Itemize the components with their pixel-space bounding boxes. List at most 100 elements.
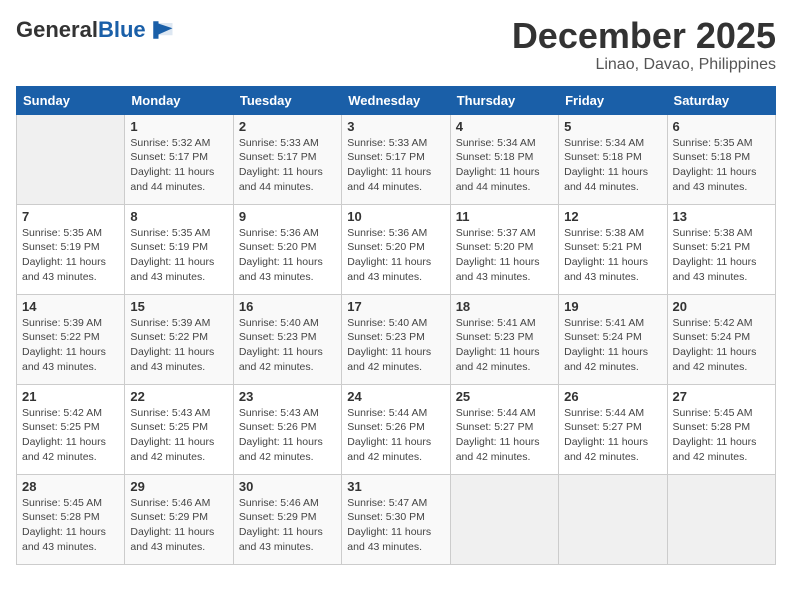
day-number: 27: [673, 389, 770, 404]
day-info: Sunrise: 5:35 AM Sunset: 5:19 PM Dayligh…: [130, 226, 227, 285]
day-info: Sunrise: 5:33 AM Sunset: 5:17 PM Dayligh…: [239, 136, 336, 195]
calendar-cell: 11 Sunrise: 5:37 AM Sunset: 5:20 PM Dayli…: [450, 204, 558, 294]
day-number: 7: [22, 209, 119, 224]
day-number: 9: [239, 209, 336, 224]
day-number: 14: [22, 299, 119, 314]
calendar-cell: [667, 474, 775, 564]
day-number: 25: [456, 389, 553, 404]
calendar-cell: 19Sunrise: 5:41 AM Sunset: 5:24 PM Dayli…: [559, 294, 667, 384]
day-number: 8: [130, 209, 227, 224]
day-info: Sunrise: 5:43 AM Sunset: 5:25 PM Dayligh…: [130, 406, 227, 465]
location: Linao, Davao, Philippines: [512, 56, 776, 74]
day-number: 28: [22, 479, 119, 494]
day-info: Sunrise: 5:45 AM Sunset: 5:28 PM Dayligh…: [22, 496, 119, 555]
weekday-header: Thursday: [450, 86, 558, 114]
calendar-cell: 13 Sunrise: 5:38 AM Sunset: 5:21 PM Dayli…: [667, 204, 775, 294]
calendar-week-row: 7 Sunrise: 5:35 AM Sunset: 5:19 PM Daylig…: [17, 204, 776, 294]
day-number: 29: [130, 479, 227, 494]
day-number: 23: [239, 389, 336, 404]
day-number: 31: [347, 479, 444, 494]
page-header: GeneralBlue December 2025 Linao, Davao, …: [16, 16, 776, 74]
weekday-header: Tuesday: [233, 86, 341, 114]
day-number: 20: [673, 299, 770, 314]
day-number: 3: [347, 119, 444, 134]
calendar-cell: 8 Sunrise: 5:35 AM Sunset: 5:19 PM Daylig…: [125, 204, 233, 294]
weekday-header: Monday: [125, 86, 233, 114]
title-block: December 2025 Linao, Davao, Philippines: [512, 16, 776, 74]
calendar-cell: 10 Sunrise: 5:36 AM Sunset: 5:20 PM Dayli…: [342, 204, 450, 294]
day-number: 4: [456, 119, 553, 134]
calendar-cell: 31 Sunrise: 5:47 AM Sunset: 5:30 PM Dayli…: [342, 474, 450, 564]
calendar-cell: 25Sunrise: 5:44 AM Sunset: 5:27 PM Dayli…: [450, 384, 558, 474]
day-info: Sunrise: 5:39 AM Sunset: 5:22 PM Dayligh…: [130, 316, 227, 375]
calendar-week-row: 21 Sunrise: 5:42 AM Sunset: 5:25 PM Dayli…: [17, 384, 776, 474]
calendar-cell: 27 Sunrise: 5:45 AM Sunset: 5:28 PM Dayli…: [667, 384, 775, 474]
day-info: Sunrise: 5:35 AM Sunset: 5:19 PM Dayligh…: [22, 226, 119, 285]
day-info: Sunrise: 5:36 AM Sunset: 5:20 PM Dayligh…: [347, 226, 444, 285]
calendar-cell: 7 Sunrise: 5:35 AM Sunset: 5:19 PM Daylig…: [17, 204, 125, 294]
day-number: 12: [564, 209, 661, 224]
month-title: December 2025: [512, 16, 776, 56]
calendar-week-row: 14 Sunrise: 5:39 AM Sunset: 5:22 PM Dayli…: [17, 294, 776, 384]
day-number: 1: [130, 119, 227, 134]
day-info: Sunrise: 5:38 AM Sunset: 5:21 PM Dayligh…: [673, 226, 770, 285]
day-info: Sunrise: 5:32 AM Sunset: 5:17 PM Dayligh…: [130, 136, 227, 195]
day-number: 19: [564, 299, 661, 314]
calendar-cell: 23 Sunrise: 5:43 AM Sunset: 5:26 PM Dayli…: [233, 384, 341, 474]
calendar-cell: 5 Sunrise: 5:34 AM Sunset: 5:18 PM Daylig…: [559, 114, 667, 204]
calendar-cell: 21 Sunrise: 5:42 AM Sunset: 5:25 PM Dayli…: [17, 384, 125, 474]
calendar-cell: 16Sunrise: 5:40 AM Sunset: 5:23 PM Dayli…: [233, 294, 341, 384]
weekday-header: Sunday: [17, 86, 125, 114]
calendar-cell: 30Sunrise: 5:46 AM Sunset: 5:29 PM Dayli…: [233, 474, 341, 564]
calendar-cell: 29 Sunrise: 5:46 AM Sunset: 5:29 PM Dayli…: [125, 474, 233, 564]
calendar-cell: 9 Sunrise: 5:36 AM Sunset: 5:20 PM Daylig…: [233, 204, 341, 294]
weekday-header: Wednesday: [342, 86, 450, 114]
day-number: 15: [130, 299, 227, 314]
calendar-cell: 1 Sunrise: 5:32 AM Sunset: 5:17 PM Daylig…: [125, 114, 233, 204]
calendar-cell: 14 Sunrise: 5:39 AM Sunset: 5:22 PM Dayli…: [17, 294, 125, 384]
day-number: 16: [239, 299, 336, 314]
day-info: Sunrise: 5:42 AM Sunset: 5:24 PM Dayligh…: [673, 316, 770, 375]
day-number: 11: [456, 209, 553, 224]
calendar-cell: 22 Sunrise: 5:43 AM Sunset: 5:25 PM Dayli…: [125, 384, 233, 474]
calendar-cell: 6 Sunrise: 5:35 AM Sunset: 5:18 PM Daylig…: [667, 114, 775, 204]
day-number: 30: [239, 479, 336, 494]
day-info: Sunrise: 5:34 AM Sunset: 5:18 PM Dayligh…: [564, 136, 661, 195]
calendar-week-row: 1 Sunrise: 5:32 AM Sunset: 5:17 PM Daylig…: [17, 114, 776, 204]
day-number: 21: [22, 389, 119, 404]
calendar-cell: 2 Sunrise: 5:33 AM Sunset: 5:17 PM Daylig…: [233, 114, 341, 204]
day-info: Sunrise: 5:38 AM Sunset: 5:21 PM Dayligh…: [564, 226, 661, 285]
day-number: 6: [673, 119, 770, 134]
day-number: 18: [456, 299, 553, 314]
calendar-table: SundayMondayTuesdayWednesdayThursdayFrid…: [16, 86, 776, 565]
calendar-week-row: 28 Sunrise: 5:45 AM Sunset: 5:28 PM Dayli…: [17, 474, 776, 564]
day-info: Sunrise: 5:41 AM Sunset: 5:23 PM Dayligh…: [456, 316, 553, 375]
day-info: Sunrise: 5:36 AM Sunset: 5:20 PM Dayligh…: [239, 226, 336, 285]
day-info: Sunrise: 5:46 AM Sunset: 5:29 PM Dayligh…: [130, 496, 227, 555]
calendar-cell: 17Sunrise: 5:40 AM Sunset: 5:23 PM Dayli…: [342, 294, 450, 384]
day-info: Sunrise: 5:37 AM Sunset: 5:20 PM Dayligh…: [456, 226, 553, 285]
day-number: 10: [347, 209, 444, 224]
day-number: 2: [239, 119, 336, 134]
day-info: Sunrise: 5:34 AM Sunset: 5:18 PM Dayligh…: [456, 136, 553, 195]
day-number: 13: [673, 209, 770, 224]
weekday-header: Saturday: [667, 86, 775, 114]
day-number: 22: [130, 389, 227, 404]
day-info: Sunrise: 5:40 AM Sunset: 5:23 PM Dayligh…: [347, 316, 444, 375]
calendar-cell: 12 Sunrise: 5:38 AM Sunset: 5:21 PM Dayli…: [559, 204, 667, 294]
calendar-cell: 3 Sunrise: 5:33 AM Sunset: 5:17 PM Daylig…: [342, 114, 450, 204]
day-info: Sunrise: 5:43 AM Sunset: 5:26 PM Dayligh…: [239, 406, 336, 465]
day-info: Sunrise: 5:47 AM Sunset: 5:30 PM Dayligh…: [347, 496, 444, 555]
logo-text: GeneralBlue: [16, 19, 146, 41]
day-info: Sunrise: 5:39 AM Sunset: 5:22 PM Dayligh…: [22, 316, 119, 375]
day-number: 26: [564, 389, 661, 404]
day-info: Sunrise: 5:45 AM Sunset: 5:28 PM Dayligh…: [673, 406, 770, 465]
logo: GeneralBlue: [16, 16, 176, 44]
calendar-cell: 4 Sunrise: 5:34 AM Sunset: 5:18 PM Daylig…: [450, 114, 558, 204]
day-info: Sunrise: 5:35 AM Sunset: 5:18 PM Dayligh…: [673, 136, 770, 195]
day-number: 5: [564, 119, 661, 134]
day-info: Sunrise: 5:44 AM Sunset: 5:27 PM Dayligh…: [564, 406, 661, 465]
logo-icon: [148, 16, 176, 44]
day-info: Sunrise: 5:33 AM Sunset: 5:17 PM Dayligh…: [347, 136, 444, 195]
day-info: Sunrise: 5:42 AM Sunset: 5:25 PM Dayligh…: [22, 406, 119, 465]
